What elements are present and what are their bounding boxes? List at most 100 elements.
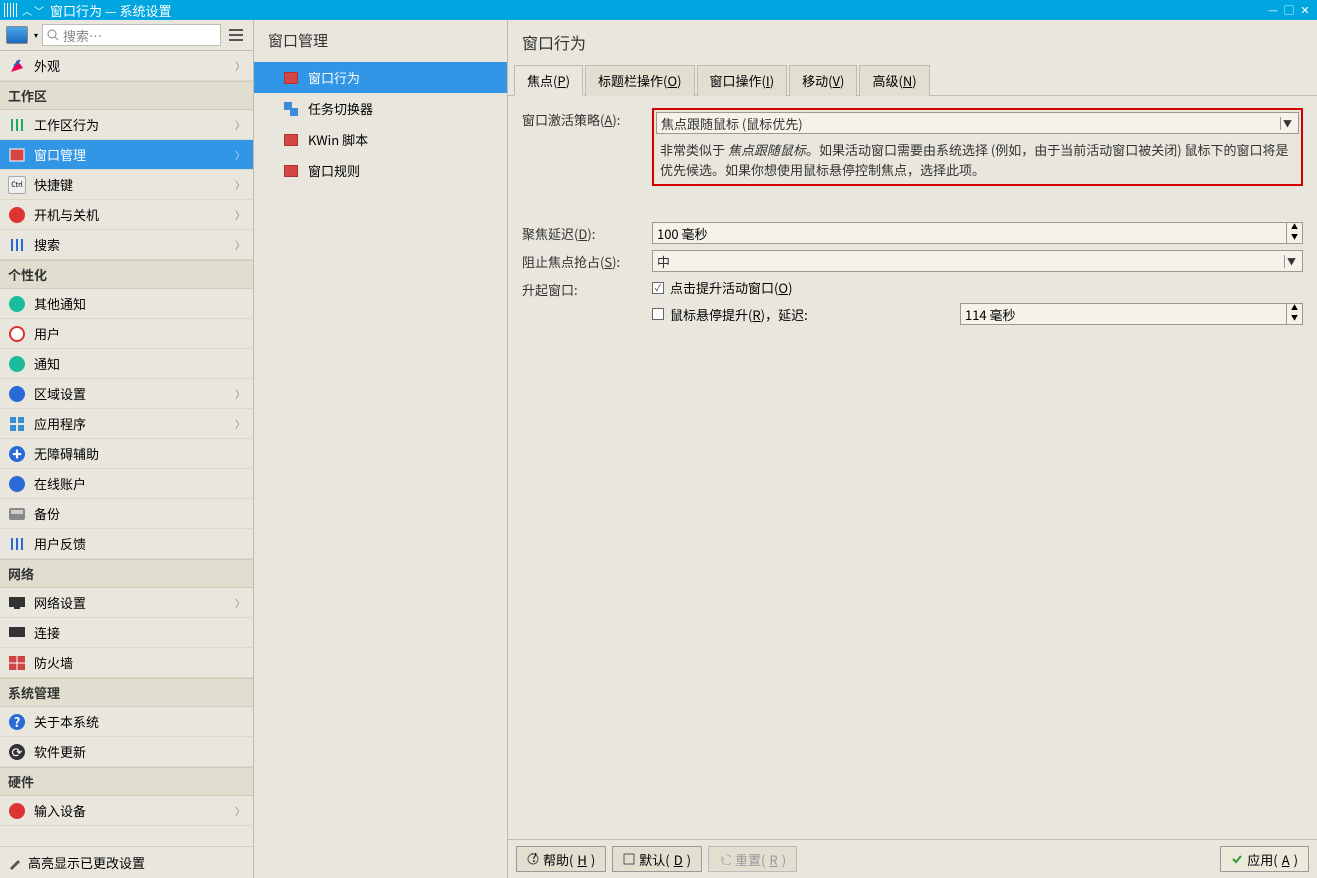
globe-icon [8,385,26,403]
raise-on-hover-check[interactable]: 鼠标悬停提升(R)，延迟: 114 毫秒▲▼ [652,303,1303,325]
policy-help: 非常类似于 焦点跟随鼠标。如果活动窗口需要由系统选择 (例如，由于当前活动窗口被… [656,134,1299,182]
sidebar-nav: 外观〉 工作区 工作区行为〉 窗口管理〉 Ctrl快捷键〉 开机与关机〉 搜索〉… [0,51,253,846]
sidebar-item-other-notif[interactable]: 其他通知 [0,289,253,319]
chevron-down-icon: ▼ [1280,117,1294,130]
focus-steal-label: 阻止焦点抢占(S): [522,250,652,272]
search-icon [47,29,59,41]
sidebar-item-search[interactable]: 搜索〉 [0,230,253,260]
a11y-icon: ✚ [8,445,26,463]
sidebar-item-input[interactable]: 输入设备〉 [0,796,253,826]
checkbox-icon [652,282,664,294]
help-button[interactable]: ?帮助(H) [516,846,606,872]
switcher-icon [284,102,298,116]
bell-icon [8,295,26,313]
raise-on-click-check[interactable]: 点击提升活动窗口(O) [652,278,1303,297]
titlebar: ︿﹀ 窗口行为 — 系统设置 — □ ✕ [0,0,1317,20]
script-icon [284,134,298,146]
disk-icon [8,505,26,523]
page-title: 窗口行为 [508,20,1317,64]
power-icon [8,206,26,224]
firewall-icon [8,654,26,672]
tab-advanced[interactable]: 高级(N) [859,65,929,96]
spin-down-icon: ▼ [1287,233,1302,243]
toolbar: ▾ 搜索… [0,20,253,51]
sidebar-item-region[interactable]: 区域设置〉 [0,379,253,409]
chat-icon [8,355,26,373]
svg-text:?: ? [531,853,537,865]
cat-network: 网络 [0,559,253,588]
cat-hardware: 硬件 [0,767,253,796]
policy-label: 窗口激活策略(A): [522,108,652,216]
sidebar-item-feedback[interactable]: 用户反馈 [0,529,253,559]
cat-personal: 个性化 [0,260,253,289]
sidebar-item-startup[interactable]: 开机与关机〉 [0,200,253,230]
chevron-down-icon: ▼ [1284,255,1298,268]
subitem-window-rules[interactable]: 窗口规则 [254,155,507,186]
subcategory-panel: 窗口管理 窗口行为 任务切换器 KWin 脚本 窗口规则 [254,20,508,878]
sidebar-item-conn[interactable]: 连接 [0,618,253,648]
focus-steal-combo[interactable]: 中▼ [652,250,1303,272]
sidebar-item-update[interactable]: ⟳软件更新 [0,737,253,767]
appearance-icon [8,57,26,75]
cat-sysadmin: 系统管理 [0,678,253,707]
tab-titlebar[interactable]: 标题栏操作(O) [585,65,694,96]
shade-buttons[interactable]: ︿﹀ [22,3,44,18]
app-icon [4,3,18,17]
sidebar-item-apps[interactable]: 应用程序〉 [0,409,253,439]
focus-delay-spinner[interactable]: 100 毫秒▲▼ [652,222,1303,244]
pencil-icon [8,856,22,870]
sliders-icon [8,116,26,134]
apps-icon [8,415,26,433]
update-icon: ⟳ [8,743,26,761]
subitem-task-switcher[interactable]: 任务切换器 [254,93,507,124]
sidebar-item-backup[interactable]: 备份 [0,499,253,529]
search-input[interactable]: 搜索… [42,24,221,46]
maximize-button[interactable]: □ [1281,2,1297,18]
tab-content: 窗口激活策略(A): 焦点跟随鼠标 (鼠标优先)▼ 非常类似于 焦点跟随鼠标。如… [508,96,1317,839]
home-icon[interactable] [6,26,28,44]
tab-focus[interactable]: 焦点(P) [514,65,583,96]
rules-icon [284,165,298,177]
highlighted-setting: 焦点跟随鼠标 (鼠标优先)▼ 非常类似于 焦点跟随鼠标。如果活动窗口需要由系统选… [652,108,1303,186]
highlight-changed[interactable]: 高亮显示已更改设置 [0,846,253,878]
feedback-icon [8,535,26,553]
subcategory-title: 窗口管理 [254,20,507,61]
button-bar: ?帮助(H) 默认(D) 重置(R) 应用(A) [508,839,1317,878]
window-icon [284,72,298,84]
tab-window-actions[interactable]: 窗口操作(I) [697,65,788,96]
input-icon [8,802,26,820]
focus-delay-label: 聚焦延迟(D): [522,222,652,244]
defaults-icon [623,853,635,865]
reset-button[interactable]: 重置(R) [708,846,797,872]
tab-moving[interactable]: 移动(V) [789,65,857,96]
sidebar-item-shortcuts[interactable]: Ctrl快捷键〉 [0,170,253,200]
conn-icon [8,624,26,642]
apply-button[interactable]: 应用(A) [1220,846,1309,872]
subitem-window-behavior[interactable]: 窗口行为 [254,62,507,93]
sidebar-item-online[interactable]: 在线账户 [0,469,253,499]
policy-combo[interactable]: 焦点跟随鼠标 (鼠标优先)▼ [656,112,1299,134]
tab-bar: 焦点(P) 标题栏操作(O) 窗口操作(I) 移动(V) 高级(N) [508,64,1317,96]
sidebar-item-appearance[interactable]: 外观〉 [0,51,253,81]
sidebar-item-window-management[interactable]: 窗口管理〉 [0,140,253,170]
check-icon [1231,853,1243,865]
sidebar-item-netset[interactable]: 网络设置〉 [0,588,253,618]
menu-button[interactable] [225,29,247,41]
subitem-kwin-scripts[interactable]: KWin 脚本 [254,124,507,155]
close-button[interactable]: ✕ [1297,2,1313,18]
undo-icon [719,853,731,865]
defaults-button[interactable]: 默认(D) [612,846,702,872]
sidebar-item-notif[interactable]: 通知 [0,349,253,379]
hover-delay-spinner[interactable]: 114 毫秒▲▼ [960,303,1303,325]
minimize-button[interactable]: — [1265,2,1281,18]
sidebar-item-workspace-behavior[interactable]: 工作区行为〉 [0,110,253,140]
sidebar-item-firewall[interactable]: 防火墙 [0,648,253,678]
help-icon: ? [527,853,539,865]
sidebar-item-a11y[interactable]: ✚无障碍辅助 [0,439,253,469]
monitor-icon [8,594,26,612]
sidebar-item-user[interactable]: 用户 [0,319,253,349]
window-icon [8,146,26,164]
sidebar-item-about[interactable]: ?关于本系统 [0,707,253,737]
user-icon [8,325,26,343]
window-title: 窗口行为 — 系统设置 [50,1,171,20]
